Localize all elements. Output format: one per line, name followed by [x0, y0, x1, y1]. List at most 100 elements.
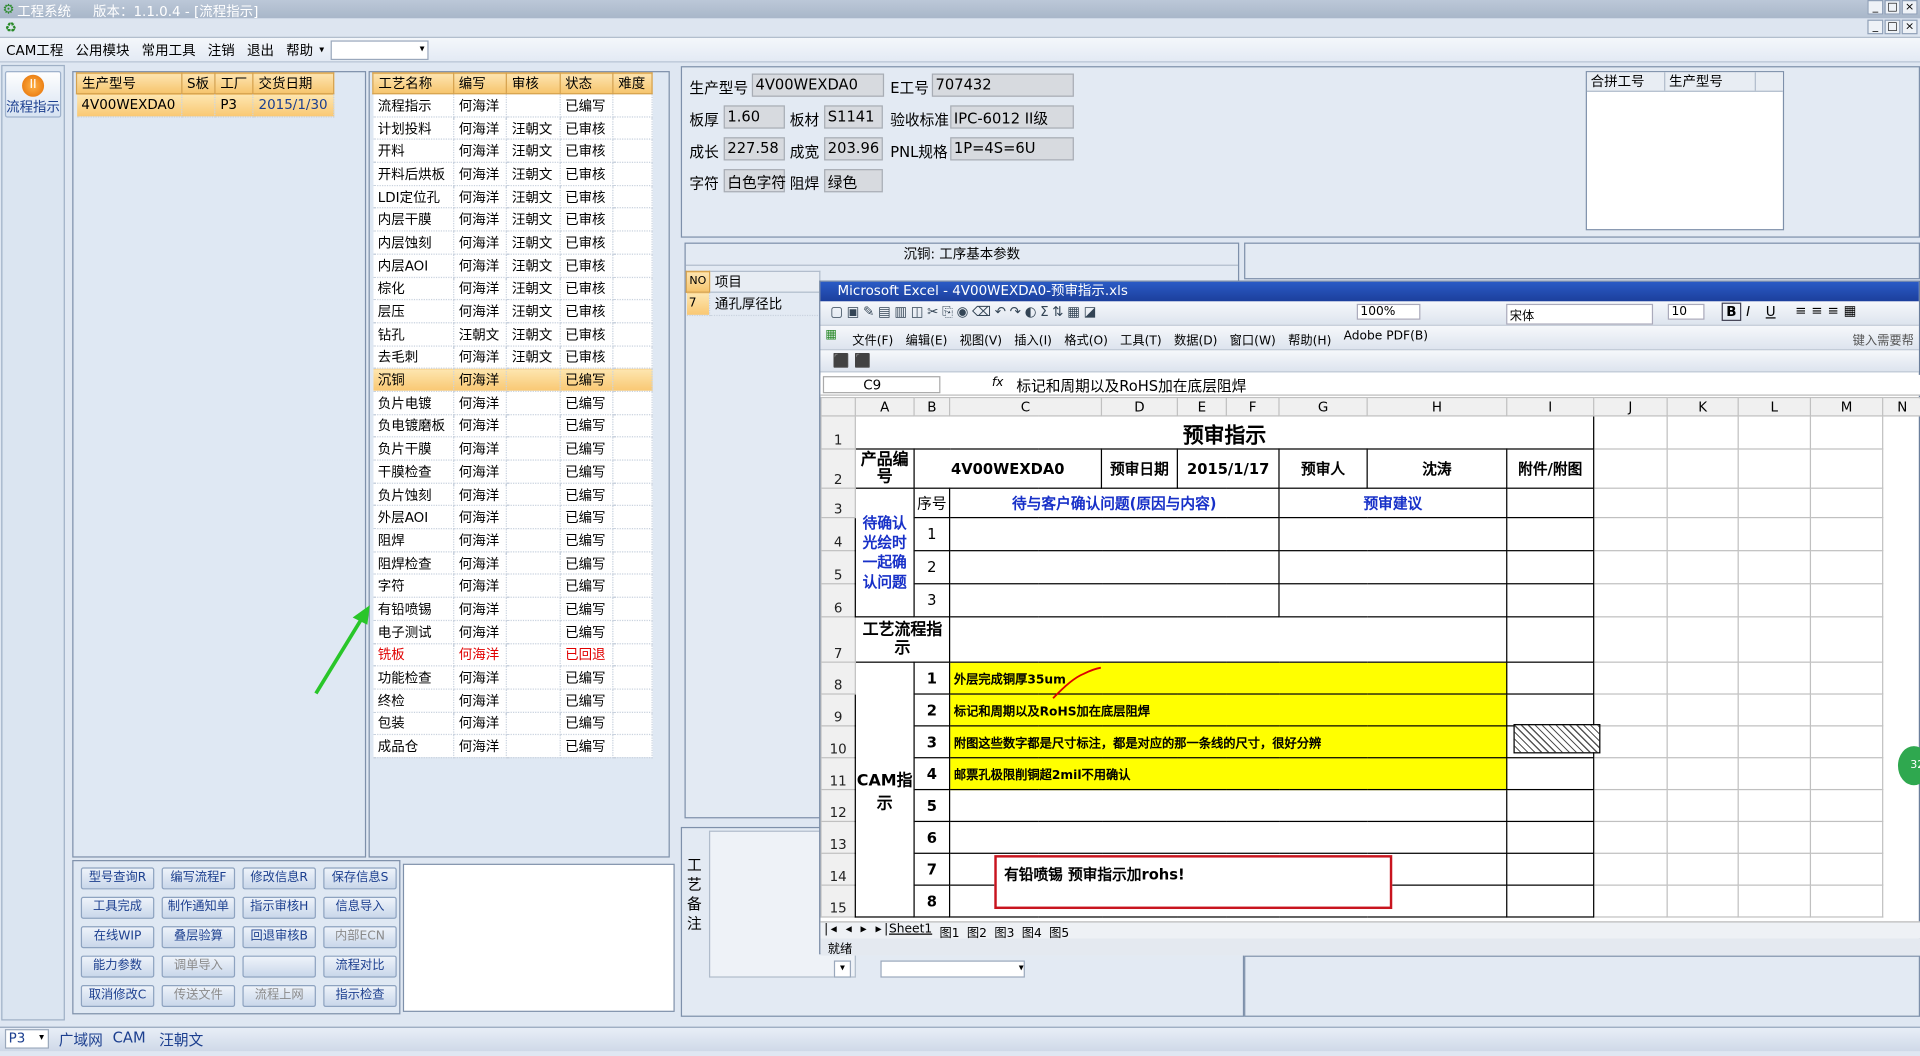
action-button[interactable]: 指示审核H [242, 896, 316, 919]
row-header[interactable]: 11 [820, 757, 856, 791]
menu-combo[interactable]: ▾ [330, 39, 429, 60]
action-button[interactable]: 回退审核B [242, 926, 316, 949]
table-row[interactable]: 电子测试 何海洋 已编写 [372, 620, 653, 644]
cell[interactable] [1593, 616, 1668, 663]
help-hint[interactable]: 键入需要帮 [1853, 330, 1914, 347]
close-button[interactable]: × [1901, 0, 1918, 15]
field-standard[interactable]: IPC-6012 II级 [950, 105, 1074, 129]
cam-item[interactable]: 邮票孔极限削铜超2mil不用确认 [948, 757, 1508, 791]
proc-col-reviewer[interactable]: 审核 [505, 72, 561, 95]
formula-input[interactable]: 标记和周期以及RoHS加在底层阻焊 [1016, 375, 1246, 396]
column-header[interactable]: G [1278, 396, 1368, 417]
cell[interactable] [1506, 852, 1595, 886]
table-row[interactable]: 开料 何海洋 汪朝文 已审核 [372, 139, 653, 164]
cell[interactable] [1506, 550, 1595, 585]
row-header[interactable]: 7 [820, 616, 856, 663]
cell[interactable]: 7 [913, 852, 951, 886]
cell[interactable] [1278, 583, 1508, 618]
table-row[interactable]: LDI定位孔 何海洋 汪朝文 已审核 [372, 185, 653, 209]
table-row[interactable]: 开料后烘板 何海洋 汪朝文 已审核 [372, 162, 653, 186]
cell[interactable] [1737, 788, 1812, 823]
cell[interactable] [1809, 487, 1884, 519]
excel-menu-item[interactable]: 数据(D) [1174, 330, 1217, 347]
proc-col-difficulty[interactable]: 难度 [612, 72, 653, 95]
cell[interactable] [1737, 516, 1812, 552]
cell[interactable] [948, 516, 1280, 552]
row-header[interactable]: 6 [820, 583, 856, 618]
cell[interactable] [1593, 884, 1668, 918]
note-box[interactable]: 有铅喷锡 预审指示加rohs! [994, 855, 1393, 910]
cell[interactable] [1809, 415, 1884, 450]
table-row[interactable]: 负电镀磨板 何海洋 已编写 [372, 414, 653, 438]
cell[interactable] [1666, 616, 1739, 663]
cam-item[interactable]: 外层完成铜厚35um [948, 661, 1508, 695]
action-button[interactable]: 调单导入 [161, 955, 236, 978]
table-row[interactable]: 干膜检查 何海洋 已编写 [372, 460, 653, 484]
column-header[interactable]: N [1882, 396, 1920, 417]
cell[interactable] [1666, 487, 1739, 519]
cam-item[interactable]: 标记和周期以及RoHS加在底层阻焊 [948, 693, 1508, 727]
remark-combo[interactable]: ▾ [880, 960, 1025, 978]
cell[interactable] [1666, 884, 1739, 918]
menu-help[interactable]: 帮助 [286, 40, 313, 60]
field-width[interactable]: 203.96 [824, 137, 883, 161]
field-pnl[interactable]: 1P=4S=6U [950, 137, 1074, 161]
column-header[interactable]: L [1737, 396, 1812, 417]
field-length[interactable]: 227.58 [723, 137, 785, 161]
cell[interactable] [1593, 757, 1668, 791]
action-button[interactable]: 内部ECN [323, 926, 397, 949]
action-button[interactable]: 信息导入 [323, 896, 397, 919]
cell[interactable] [1593, 550, 1668, 585]
label-product[interactable]: 产品编号 [854, 448, 915, 489]
cell[interactable] [1506, 661, 1595, 695]
menu-common[interactable]: 公用模块 [76, 40, 130, 60]
table-row[interactable]: 层压 何海洋 汪朝文 已审核 [372, 299, 653, 324]
cell[interactable] [1506, 757, 1595, 791]
label-suggestion[interactable]: 预审建议 [1278, 487, 1508, 519]
cell[interactable] [1809, 884, 1884, 918]
cell[interactable] [1666, 583, 1739, 618]
title-cell[interactable]: 预审指示 [854, 415, 1595, 450]
excel-menu-item[interactable]: 格式(O) [1064, 330, 1108, 347]
proc-col-name[interactable]: 工艺名称 [372, 72, 454, 95]
action-button[interactable] [242, 955, 316, 978]
cell[interactable] [1666, 448, 1739, 489]
cell[interactable]: 1 [913, 661, 951, 695]
align-icons[interactable]: ≡≡≡▦ [1795, 303, 1861, 319]
name-box[interactable]: C9 [822, 376, 941, 394]
cell[interactable] [1666, 550, 1739, 585]
column-header[interactable]: K [1666, 396, 1739, 417]
column-header[interactable]: C [948, 396, 1103, 417]
action-button[interactable]: 在线WIP [80, 926, 155, 949]
cell[interactable] [1506, 583, 1595, 618]
cell[interactable] [948, 616, 1508, 663]
table-row[interactable]: 阻焊 何海洋 已编写 [372, 528, 653, 553]
cell[interactable] [1593, 820, 1668, 854]
proc-col-status[interactable]: 状态 [558, 72, 614, 95]
cell[interactable] [1506, 487, 1595, 519]
minimize-button[interactable]: _ [1867, 0, 1884, 15]
mdi-minimize-button[interactable]: _ [1867, 19, 1884, 35]
orders-col-sboard[interactable]: S板 [180, 72, 216, 95]
cell[interactable]: 3 [913, 725, 951, 759]
label-process-flow[interactable]: 工艺流程指示 [854, 616, 951, 663]
field-material[interactable]: S1141 [824, 105, 883, 129]
cell[interactable] [1809, 661, 1884, 695]
table-row[interactable]: 成品仓 何海洋 已编写 [372, 734, 653, 759]
cell[interactable] [948, 583, 1280, 618]
excel-menu-item[interactable]: 编辑(E) [906, 330, 948, 347]
cell[interactable] [1666, 661, 1739, 695]
cell[interactable] [1809, 820, 1884, 854]
cam-item[interactable]: 附图这些数字都是尺寸标注，都是对应的那一条线的尺寸，很好分辨 [948, 725, 1508, 759]
excel-menu-item[interactable]: 帮助(H) [1288, 330, 1331, 347]
cell[interactable] [1593, 487, 1668, 519]
table-row[interactable]: 负片电镀 何海洋 已编写 [372, 391, 653, 415]
mdi-close-button[interactable]: × [1901, 19, 1918, 35]
table-row[interactable]: 沉铜 何海洋 已编写 [372, 368, 653, 392]
cell[interactable] [1809, 616, 1884, 663]
cell[interactable] [1593, 516, 1668, 552]
orders-col-model[interactable]: 生产型号 [75, 72, 183, 95]
cell[interactable] [1593, 693, 1668, 727]
row-header[interactable]: 3 [820, 487, 856, 519]
field-thickness[interactable]: 1.60 [723, 105, 785, 129]
